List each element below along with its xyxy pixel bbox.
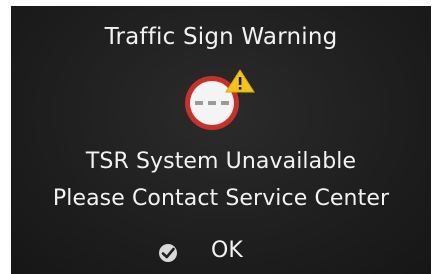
ok-button[interactable]: OK — [11, 234, 431, 268]
traffic-sign-graphic — [175, 68, 261, 138]
dialog-title: Traffic Sign Warning — [104, 24, 338, 50]
warning-triangle-icon — [225, 69, 255, 93]
message-line-2: Please Contact Service Center — [52, 186, 390, 211]
checkmark-icon — [159, 244, 177, 262]
warning-screen: Traffic Sign Warning TSR System Unavaila… — [11, 6, 431, 274]
ok-button-label[interactable]: OK — [211, 238, 243, 263]
no-entry-sign-icon — [185, 69, 255, 130]
message-line-1: TSR System Unavailable — [85, 149, 357, 174]
